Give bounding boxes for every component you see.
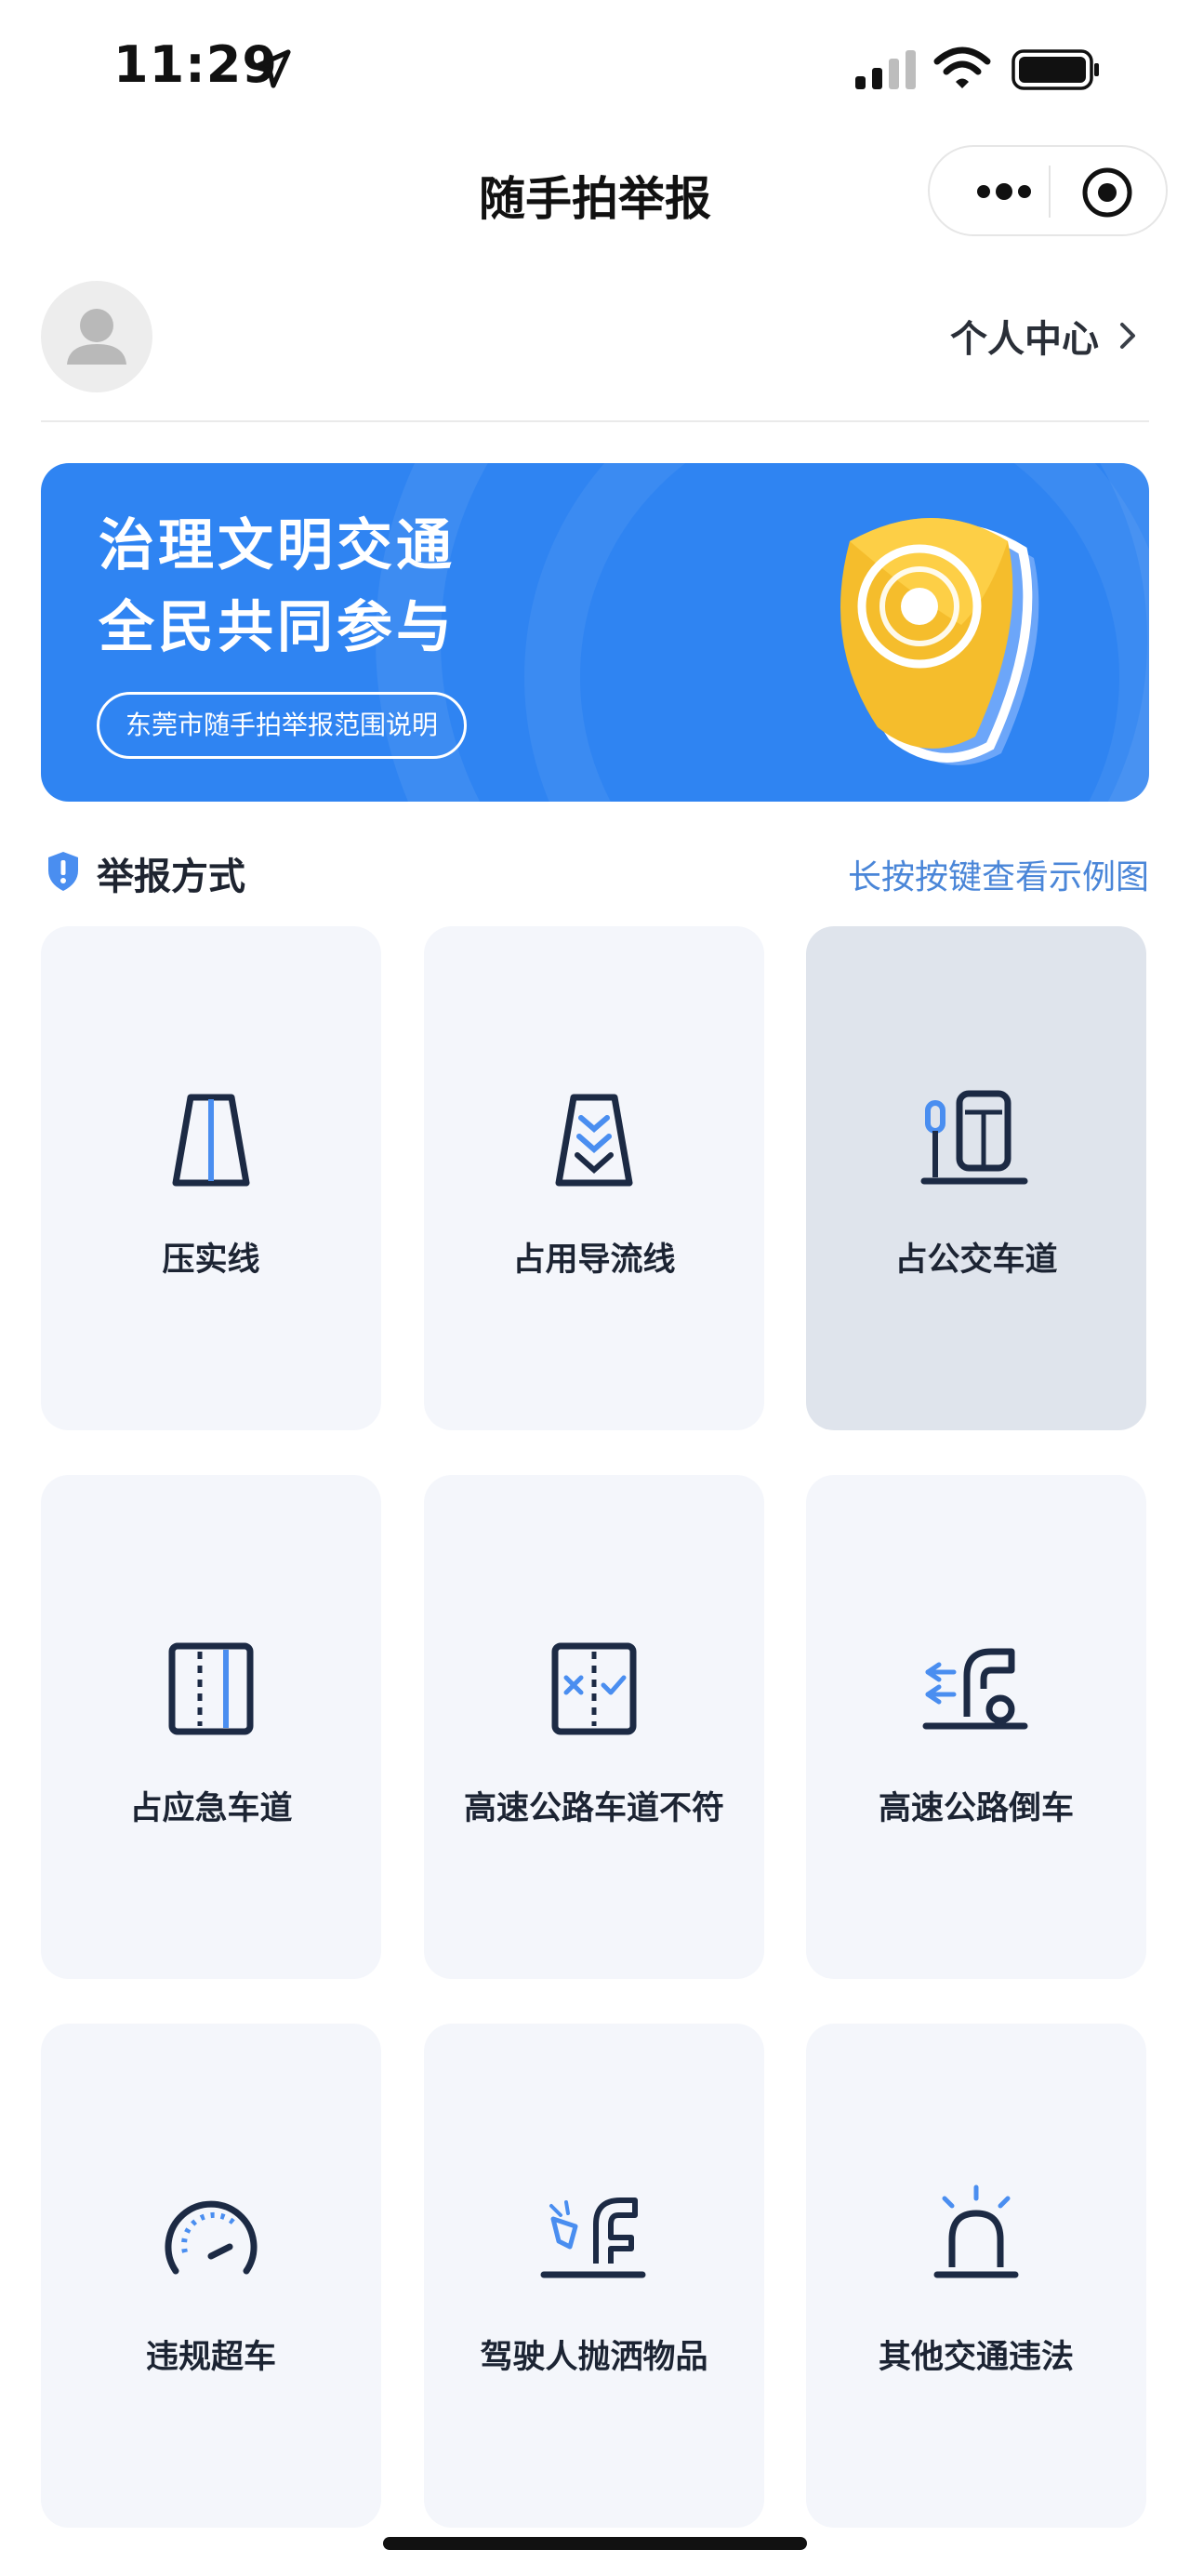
section-title: 举报方式 <box>97 856 245 898</box>
item-label: 占公交车道 <box>894 1242 1058 1279</box>
scope-description-link[interactable]: 东莞市随手拍举报范围说明 <box>97 692 468 759</box>
battery-icon <box>1012 49 1099 90</box>
item-label: 驾驶人抛洒物品 <box>480 2339 708 2376</box>
item-label: 高速公路车道不符 <box>463 1790 724 1827</box>
reversing-icon <box>922 1648 1028 1730</box>
report-type-illegal-overtaking[interactable]: 违规超车 <box>41 2024 381 2528</box>
solid-line-icon <box>172 1094 250 1187</box>
promo-banner[interactable]: 治理文明交通 全民共同参与 东莞市随手拍举报范围说明 <box>41 463 1149 802</box>
item-label: 违规超车 <box>145 2339 276 2376</box>
item-label: 高速公路倒车 <box>878 1790 1074 1827</box>
report-type-lane-mismatch[interactable]: 高速公路车道不符 <box>424 1475 764 1979</box>
report-type-other-violations[interactable]: 其他交通违法 <box>806 2024 1146 2528</box>
location-arrow-icon <box>252 49 291 88</box>
section-hint: 长按按键查看示例图 <box>847 858 1149 896</box>
close-target-icon[interactable] <box>1080 166 1134 219</box>
report-type-diversion-line[interactable]: 占用导流线 <box>424 926 764 1430</box>
speedometer-icon <box>165 2200 258 2275</box>
wifi-icon <box>933 46 991 88</box>
cellular-signal-icon <box>855 50 916 89</box>
more-icon[interactable] <box>967 167 1041 216</box>
status-bar: 11:29 <box>0 0 1190 130</box>
emergency-lane-icon <box>168 1642 254 1735</box>
personal-center-label: 个人中心 <box>950 318 1099 361</box>
report-type-bus-lane[interactable]: 占公交车道 <box>806 926 1146 1430</box>
avatar[interactable] <box>41 281 152 392</box>
report-type-emergency-lane[interactable]: 占应急车道 <box>41 1475 381 1979</box>
home-indicator <box>383 2537 807 2550</box>
capsule-divider <box>1049 166 1051 218</box>
diversion-line-icon <box>555 1094 633 1187</box>
divider <box>41 420 1149 422</box>
item-label: 占用导流线 <box>512 1242 676 1279</box>
littering-icon <box>540 2198 646 2278</box>
item-label: 其他交通违法 <box>878 2339 1074 2376</box>
item-label: 压实线 <box>162 1242 260 1279</box>
shield-camera-icon <box>840 518 1039 765</box>
report-type-reversing[interactable]: 高速公路倒车 <box>806 1475 1146 1979</box>
shield-alert-icon <box>48 852 78 891</box>
lane-mismatch-icon <box>551 1642 637 1735</box>
navigation-bar: 随手拍举报 <box>0 130 1190 251</box>
banner-headline-2: 全民共同参与 <box>99 595 456 660</box>
bus-lane-icon <box>920 1090 1028 1185</box>
banner-headline-1: 治理文明交通 <box>99 513 456 578</box>
report-type-littering[interactable]: 驾驶人抛洒物品 <box>424 2024 764 2528</box>
mini-program-capsule <box>928 145 1168 236</box>
item-label: 占应急车道 <box>129 1790 293 1827</box>
personal-center-link[interactable]: 个人中心 <box>950 309 1142 363</box>
report-type-solid-line[interactable]: 压实线 <box>41 926 381 1430</box>
user-placeholder-icon <box>67 309 126 365</box>
alarm-light-icon <box>933 2184 1019 2278</box>
chevron-right-icon <box>1120 323 1135 349</box>
